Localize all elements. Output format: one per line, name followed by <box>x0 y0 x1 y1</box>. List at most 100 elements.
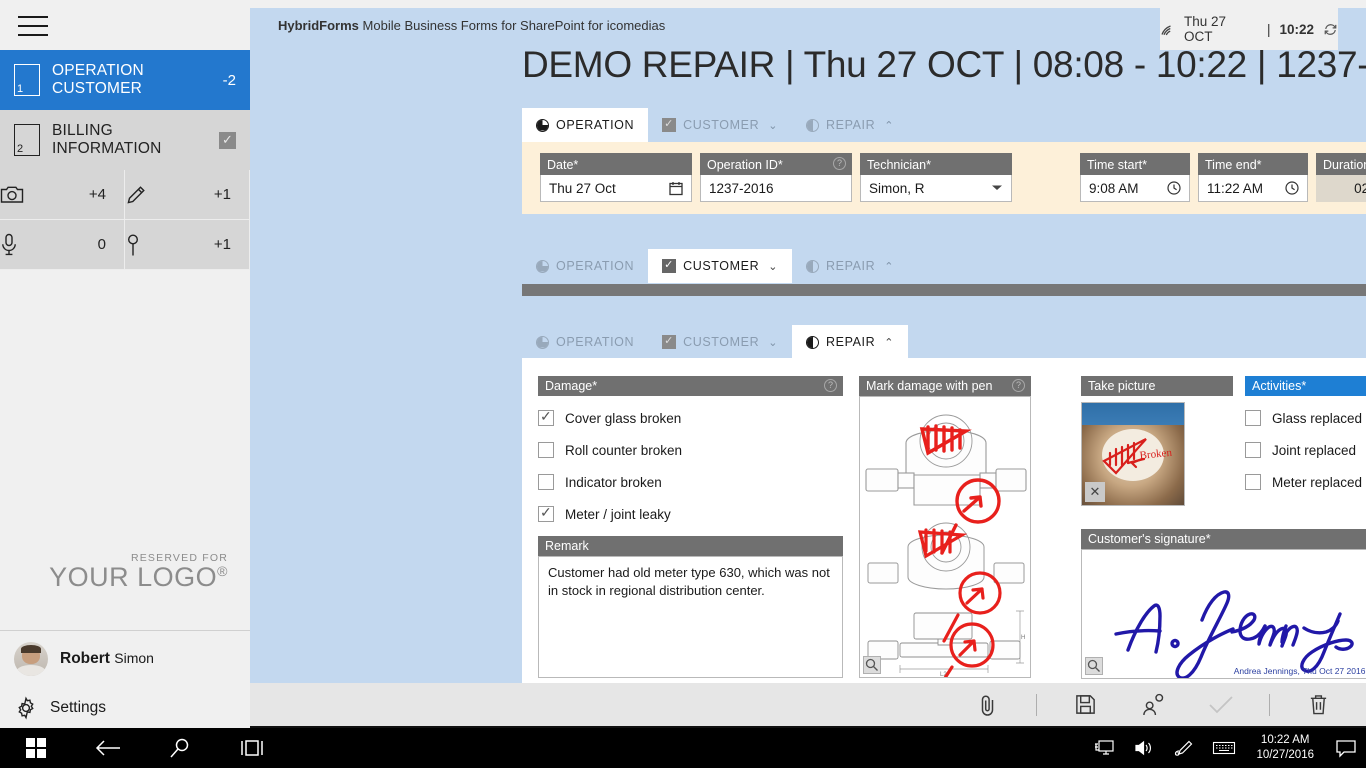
pen-input-icon[interactable] <box>1164 728 1204 768</box>
section-signature: Customer's signature* Andrea Jennings, T… <box>1081 529 1366 679</box>
gear-icon <box>14 696 38 720</box>
chevron-down-icon[interactable] <box>991 184 1003 192</box>
tab-customer[interactable]: ✓ CUSTOMER ⌄ <box>648 108 793 142</box>
hamburger-menu-icon[interactable] <box>18 16 48 38</box>
checkbox-meter-replaced[interactable] <box>1245 474 1261 490</box>
tab-customer[interactable]: ✓ CUSTOMER ⌄ <box>648 249 793 283</box>
checkbox-row[interactable]: Indicator broken <box>538 466 843 498</box>
camera-icon <box>0 185 46 204</box>
counter-locations[interactable]: +1 <box>125 220 250 270</box>
calendar-icon[interactable] <box>669 181 683 196</box>
tab-operation[interactable]: OPERATION <box>522 108 649 142</box>
checkbox-joint-replaced[interactable] <box>1245 442 1261 458</box>
microphone-icon <box>0 233 46 256</box>
checkbox-row[interactable]: Joint replaced <box>1245 434 1366 466</box>
checkbox-row[interactable]: Glass replaced <box>1245 402 1366 434</box>
user-last-name: Simon <box>114 650 154 666</box>
attachment-counters: +4 +1 0 +1 <box>0 170 250 270</box>
refresh-icon[interactable] <box>1323 22 1338 37</box>
delete-button[interactable] <box>1284 682 1352 727</box>
tab-label: CUSTOMER <box>683 118 760 132</box>
tab-repair[interactable]: REPAIR ⌃ <box>792 325 909 359</box>
sidebar-item-operation-customer[interactable]: 1 OPERATION CUSTOMER -2 <box>0 50 250 110</box>
checkbox-meter-joint-leaky[interactable] <box>538 504 554 522</box>
remove-photo-icon[interactable]: ✕ <box>1085 482 1105 502</box>
checkbox-indicator-broken[interactable] <box>538 474 554 490</box>
sidebar-item-billing-information[interactable]: 2 BILLING INFORMATION ✓ <box>0 110 250 170</box>
app-tagline: Mobile Business Forms for SharePoint for… <box>362 18 666 33</box>
field-value: 1237-2016 <box>709 180 774 196</box>
clock-time: 10:22 <box>1279 21 1314 37</box>
hamburger-line <box>18 16 48 18</box>
counter-drawings[interactable]: +1 <box>125 170 250 220</box>
assign-button[interactable] <box>1119 682 1187 727</box>
volume-icon[interactable] <box>1124 728 1164 768</box>
help-icon[interactable]: ? <box>1012 379 1025 392</box>
taskbar-clock[interactable]: 10:22 AM 10/27/2016 <box>1244 733 1326 763</box>
logo-text: YOUR LOGO <box>49 562 218 592</box>
tab-operation[interactable]: OPERATION <box>522 325 649 359</box>
clock-icon[interactable] <box>1167 181 1181 195</box>
search-button[interactable] <box>144 728 216 768</box>
sidebar-item-settings[interactable]: Settings <box>0 688 250 728</box>
svg-text:H: H <box>1021 635 1025 641</box>
remark-textarea[interactable]: Customer had old meter type 630, which w… <box>538 556 843 678</box>
page-number: 1 <box>17 83 24 95</box>
field-operation-id: Operation ID* ? 1237-2016 <box>700 153 852 202</box>
tabrow-customer: OPERATION ✓ CUSTOMER ⌄ REPAIR ⌃ <box>522 249 909 283</box>
task-view-button[interactable] <box>216 728 288 768</box>
zoom-icon[interactable] <box>863 656 881 674</box>
checkbox-cover-glass-broken[interactable] <box>538 408 554 426</box>
help-icon[interactable]: ? <box>833 157 846 170</box>
section-title: Take picture <box>1081 376 1233 396</box>
time-end-input[interactable]: 11:22 AM <box>1198 175 1308 202</box>
tab-operation[interactable]: OPERATION <box>522 249 649 283</box>
signature-canvas[interactable]: Andrea Jennings, Thu Oct 27 2016 10:06:3… <box>1081 549 1366 679</box>
tab-repair[interactable]: REPAIR ⌃ <box>792 249 909 283</box>
pie-half-icon <box>806 259 820 273</box>
counter-photos[interactable]: +4 <box>0 170 125 220</box>
operation-panel: Date* Thu 27 Oct Operation ID* ? 1237-20… <box>522 142 1366 214</box>
checkbox-row[interactable]: Roll counter broken <box>538 434 843 466</box>
keyboard-icon[interactable] <box>1204 728 1244 768</box>
technician-select[interactable]: Simon, R <box>860 175 1012 202</box>
checkbox-glass-replaced[interactable] <box>1245 410 1261 426</box>
photo-thumbnail[interactable]: Broken ✕ <box>1081 402 1185 506</box>
field-label: Time start* <box>1080 153 1190 175</box>
repair-panel: Damage* ? Cover glass broken Roll counte… <box>522 358 1366 683</box>
tab-label: REPAIR <box>826 335 876 349</box>
complete-button[interactable] <box>1187 682 1255 727</box>
operation-id-input[interactable]: 1237-2016 <box>700 175 852 202</box>
sidebar-divider <box>0 630 250 631</box>
tab-repair[interactable]: REPAIR ⌃ <box>792 108 909 142</box>
start-button[interactable] <box>0 728 72 768</box>
section-title: Activities* <box>1245 376 1366 396</box>
checkbox-row[interactable]: Meter replaced <box>1245 466 1366 498</box>
date-input[interactable]: Thu 27 Oct <box>540 175 692 202</box>
sidebar-item-label: BILLING INFORMATION <box>52 122 162 157</box>
customer-collapsed-bar[interactable] <box>522 284 1366 296</box>
field-label: Operation ID* ? <box>700 153 852 175</box>
attach-button[interactable] <box>954 682 1022 727</box>
tab-customer[interactable]: ✓ CUSTOMER ⌄ <box>648 325 793 359</box>
damage-drawing-canvas[interactable]: H L2 <box>859 396 1031 678</box>
back-button[interactable] <box>72 728 144 768</box>
clock-icon[interactable] <box>1285 181 1299 195</box>
system-tray: 10:22 AM 10/27/2016 <box>1084 728 1366 768</box>
network-icon[interactable] <box>1084 728 1124 768</box>
save-button[interactable] <box>1051 682 1119 727</box>
help-icon[interactable]: ? <box>824 379 837 392</box>
zoom-icon[interactable] <box>1085 657 1103 675</box>
damage-checklist: Cover glass broken Roll counter broken I… <box>538 396 843 530</box>
checkbox-label: Glass replaced <box>1272 410 1363 426</box>
activities-checklist: Glass replaced Joint replaced Meter repl… <box>1245 396 1366 498</box>
notifications-icon[interactable] <box>1326 728 1366 768</box>
user-profile[interactable]: Robert Simon <box>0 636 250 682</box>
checkbox-row[interactable]: Cover glass broken <box>538 402 843 434</box>
signal-icon <box>1160 23 1175 36</box>
checkbox-roll-counter-broken[interactable] <box>538 442 554 458</box>
time-start-input[interactable]: 9:08 AM <box>1080 175 1190 202</box>
counter-audio[interactable]: 0 <box>0 220 125 270</box>
checkbox-row[interactable]: Meter / joint leaky <box>538 498 843 530</box>
task-view-icon <box>239 738 265 758</box>
